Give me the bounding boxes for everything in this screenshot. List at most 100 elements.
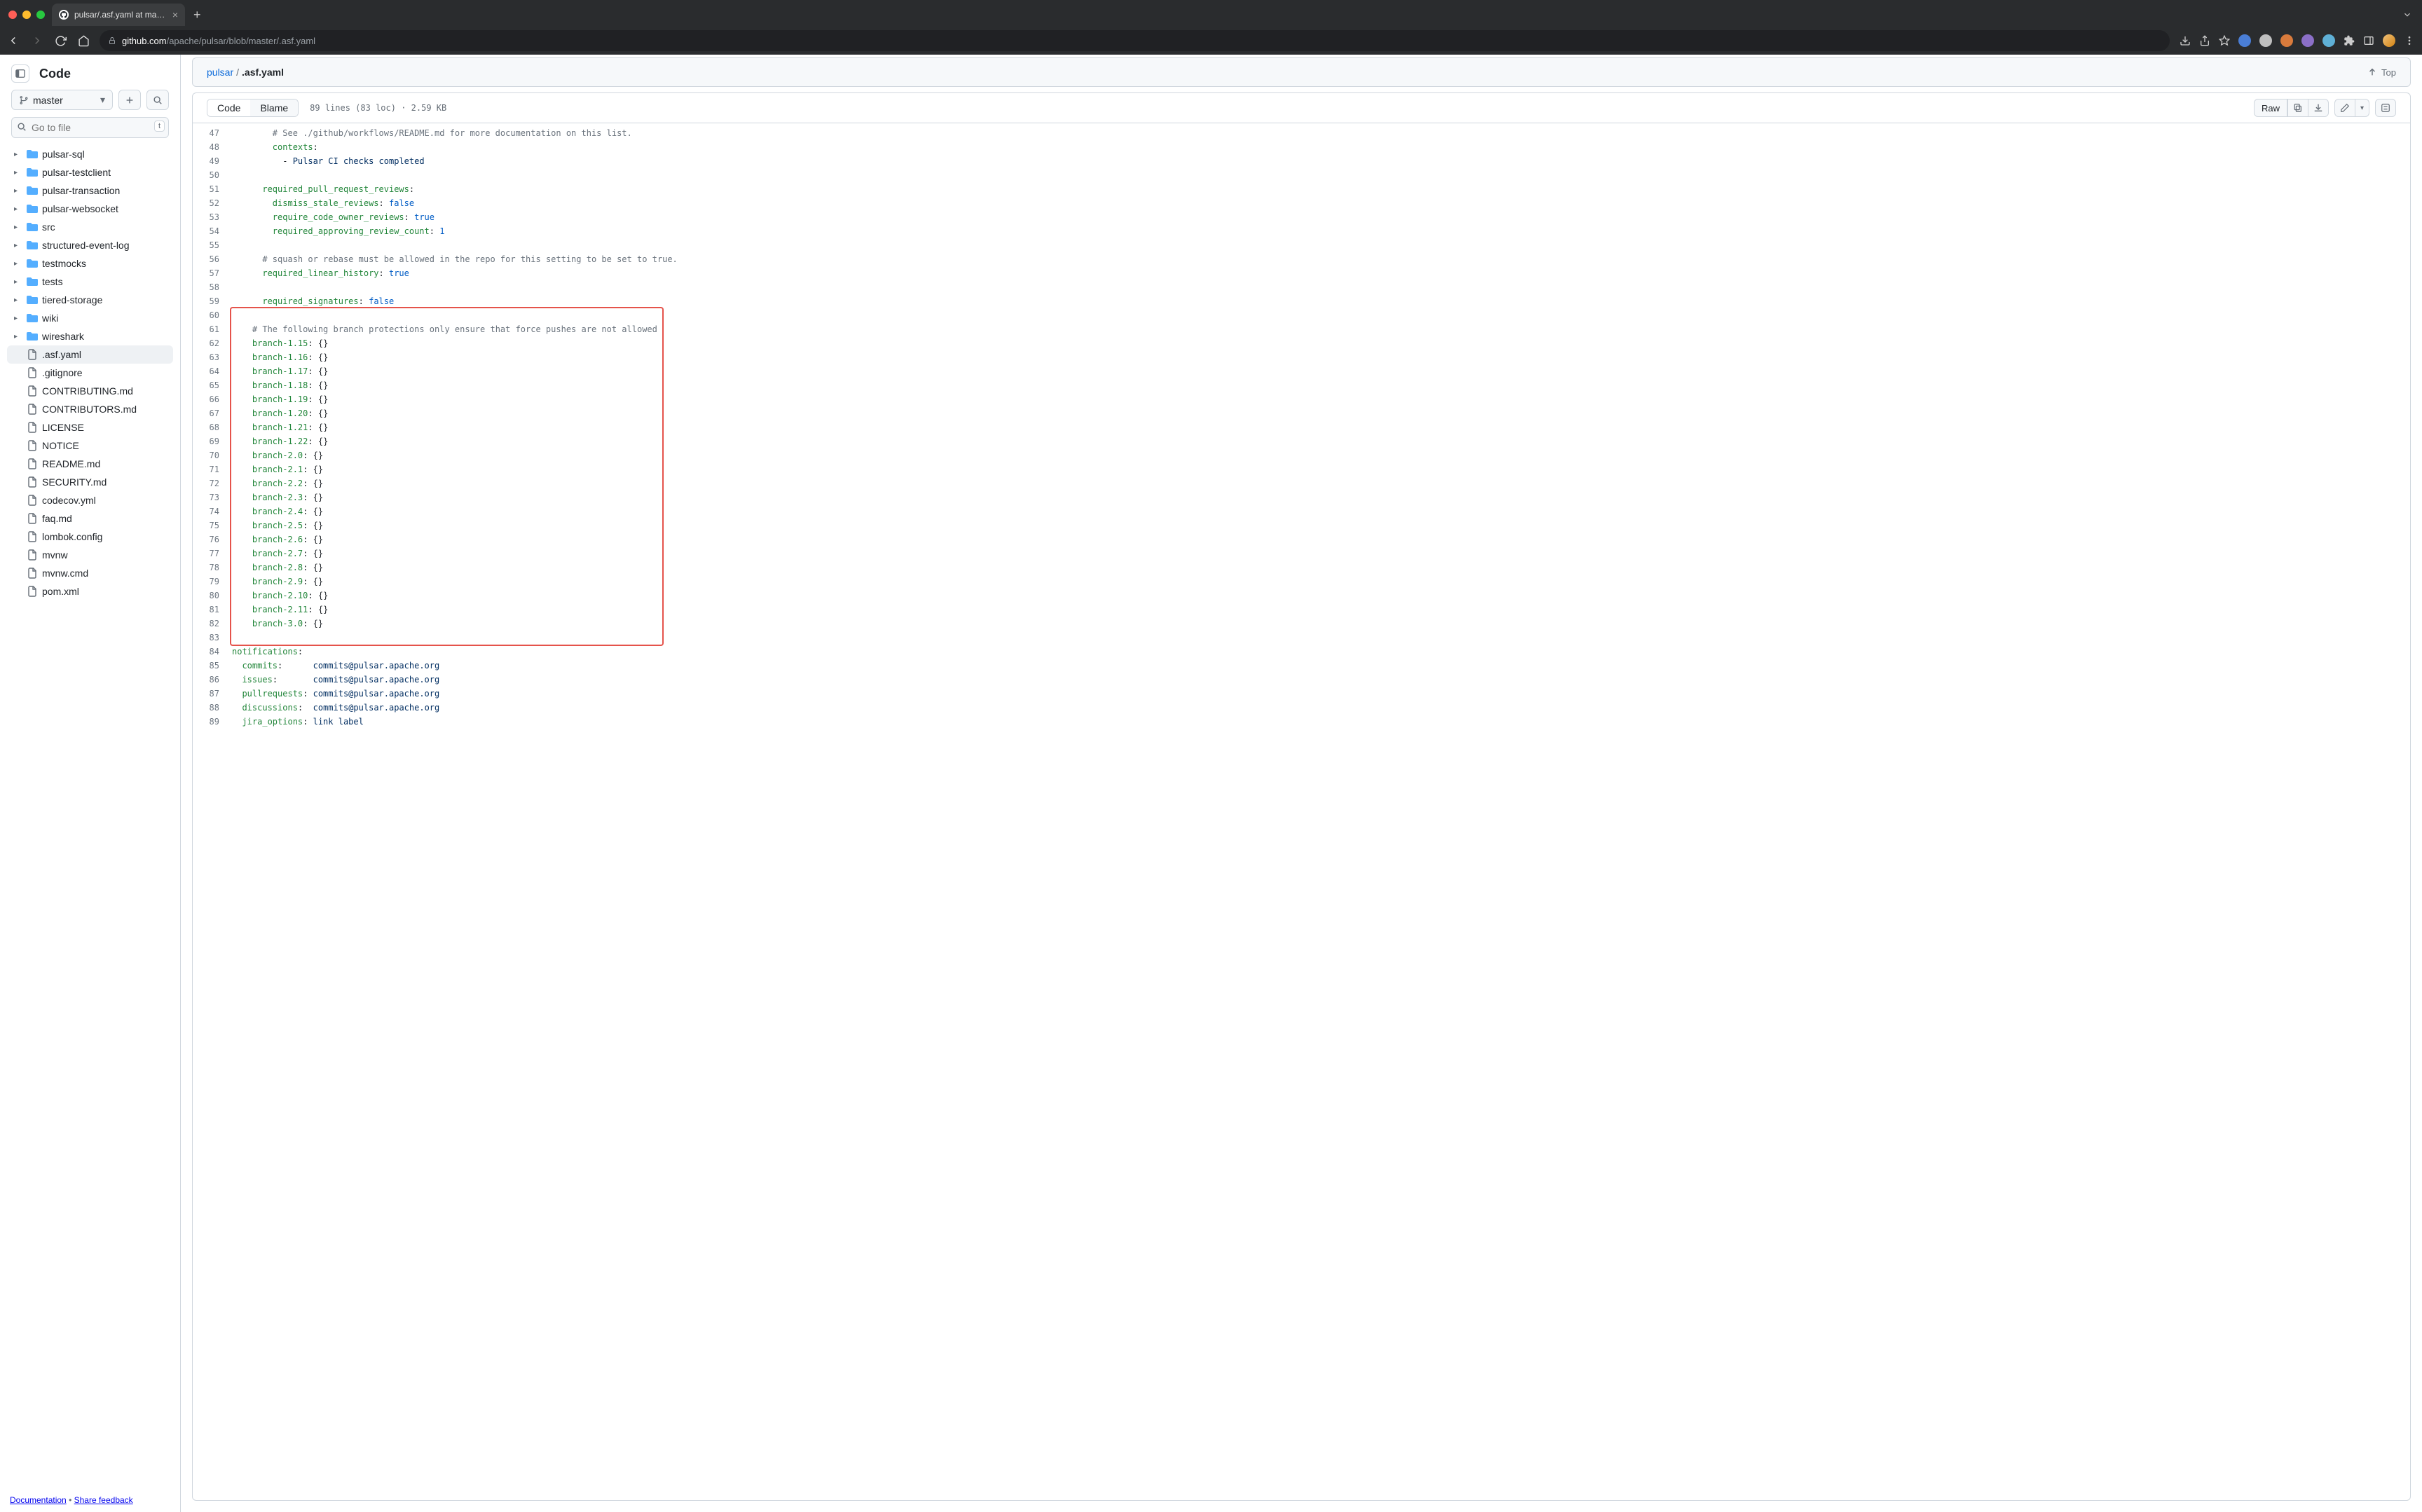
kebab-menu-icon[interactable] [2404, 35, 2415, 46]
line-number[interactable]: 49 [193, 154, 232, 168]
tree-file[interactable]: ▸CONTRIBUTING.md [7, 382, 173, 400]
extension-icon[interactable] [2280, 34, 2293, 47]
line-number[interactable]: 84 [193, 645, 232, 659]
tree-file[interactable]: ▸CONTRIBUTORS.md [7, 400, 173, 418]
tree-file[interactable]: ▸README.md [7, 455, 173, 473]
line-number[interactable]: 72 [193, 476, 232, 490]
line-number[interactable]: 73 [193, 490, 232, 504]
line-number[interactable]: 64 [193, 364, 232, 378]
line-number[interactable]: 55 [193, 238, 232, 252]
back-button[interactable] [7, 34, 20, 47]
line-number[interactable]: 80 [193, 589, 232, 603]
line-number[interactable]: 51 [193, 182, 232, 196]
bookmark-star-icon[interactable] [2219, 35, 2230, 46]
symbols-button[interactable] [2375, 99, 2396, 117]
tree-folder[interactable]: ▸tests [7, 273, 173, 291]
search-files-button[interactable] [146, 90, 169, 110]
new-tab-button[interactable]: + [193, 8, 201, 22]
tree-folder[interactable]: ▸pulsar-testclient [7, 163, 173, 181]
download-icon[interactable] [2180, 35, 2191, 46]
browser-tab[interactable]: pulsar/.asf.yaml at master · ap… × [52, 4, 185, 26]
line-number[interactable]: 53 [193, 210, 232, 224]
line-number[interactable]: 70 [193, 448, 232, 462]
line-number[interactable]: 74 [193, 504, 232, 518]
edit-button[interactable] [2334, 99, 2355, 117]
line-number[interactable]: 83 [193, 631, 232, 645]
tree-file[interactable]: ▸SECURITY.md [7, 473, 173, 491]
tab-code[interactable]: Code [207, 99, 250, 116]
line-number[interactable]: 75 [193, 518, 232, 532]
raw-button[interactable]: Raw [2254, 99, 2287, 117]
tree-file[interactable]: ▸codecov.yml [7, 491, 173, 509]
line-number[interactable]: 77 [193, 547, 232, 561]
line-number[interactable]: 82 [193, 617, 232, 631]
tree-folder[interactable]: ▸testmocks [7, 254, 173, 273]
maximize-window-button[interactable] [36, 11, 45, 19]
line-number[interactable]: 69 [193, 434, 232, 448]
line-number[interactable]: 57 [193, 266, 232, 280]
line-number[interactable]: 62 [193, 336, 232, 350]
documentation-link[interactable]: Documentation [10, 1495, 67, 1505]
home-button[interactable] [78, 35, 90, 47]
edit-menu-button[interactable]: ▾ [2355, 99, 2369, 117]
panel-icon[interactable] [2363, 35, 2374, 46]
line-number[interactable]: 52 [193, 196, 232, 210]
file-tree[interactable]: ▸pulsar-sql▸pulsar-testclient▸pulsar-tra… [0, 144, 180, 1488]
tree-file[interactable]: ▸mvnw.cmd [7, 564, 173, 582]
line-number[interactable]: 68 [193, 420, 232, 434]
line-number[interactable]: 54 [193, 224, 232, 238]
copy-button[interactable] [2287, 99, 2308, 117]
tree-file[interactable]: ▸lombok.config [7, 528, 173, 546]
tree-file[interactable]: ▸.asf.yaml [7, 345, 173, 364]
add-file-button[interactable] [118, 90, 141, 110]
code-view[interactable]: 47 # See ./github/workflows/README.md fo… [192, 123, 2411, 1501]
tree-file[interactable]: ▸pom.xml [7, 582, 173, 600]
line-number[interactable]: 58 [193, 280, 232, 294]
jump-to-top[interactable]: Top [2367, 67, 2396, 78]
collapse-sidebar-button[interactable] [11, 64, 29, 83]
line-number[interactable]: 67 [193, 406, 232, 420]
line-number[interactable]: 50 [193, 168, 232, 182]
tree-file[interactable]: ▸NOTICE [7, 437, 173, 455]
tree-folder[interactable]: ▸tiered-storage [7, 291, 173, 309]
line-number[interactable]: 47 [193, 126, 232, 140]
line-number[interactable]: 78 [193, 561, 232, 575]
extension-icon[interactable] [2259, 34, 2272, 47]
line-number[interactable]: 86 [193, 673, 232, 687]
minimize-window-button[interactable] [22, 11, 31, 19]
tree-file[interactable]: ▸.gitignore [7, 364, 173, 382]
tree-file[interactable]: ▸LICENSE [7, 418, 173, 437]
close-window-button[interactable] [8, 11, 17, 19]
line-number[interactable]: 76 [193, 532, 232, 547]
tree-file[interactable]: ▸mvnw [7, 546, 173, 564]
line-number[interactable]: 63 [193, 350, 232, 364]
forward-button[interactable] [31, 34, 43, 47]
line-number[interactable]: 71 [193, 462, 232, 476]
line-number[interactable]: 48 [193, 140, 232, 154]
tab-close-icon[interactable]: × [172, 9, 178, 20]
line-number[interactable]: 79 [193, 575, 232, 589]
branch-selector[interactable]: master ▾ [11, 90, 113, 110]
tree-folder[interactable]: ▸pulsar-sql [7, 145, 173, 163]
extension-icon[interactable] [2322, 34, 2335, 47]
file-search-input[interactable] [11, 117, 169, 138]
line-number[interactable]: 65 [193, 378, 232, 392]
breadcrumb-repo[interactable]: pulsar [207, 67, 233, 78]
download-button[interactable] [2308, 99, 2329, 117]
line-number[interactable]: 81 [193, 603, 232, 617]
url-box[interactable]: github.com/apache/pulsar/blob/master/.as… [100, 30, 2170, 51]
extensions-icon[interactable] [2344, 35, 2355, 46]
line-number[interactable]: 61 [193, 322, 232, 336]
tab-blame[interactable]: Blame [250, 99, 298, 116]
line-number[interactable]: 66 [193, 392, 232, 406]
tab-overflow-button[interactable] [2402, 10, 2416, 20]
tree-file[interactable]: ▸faq.md [7, 509, 173, 528]
reload-button[interactable] [55, 35, 67, 47]
line-number[interactable]: 56 [193, 252, 232, 266]
tree-folder[interactable]: ▸structured-event-log [7, 236, 173, 254]
extension-icon[interactable] [2301, 34, 2314, 47]
line-number[interactable]: 59 [193, 294, 232, 308]
tree-folder[interactable]: ▸src [7, 218, 173, 236]
line-number[interactable]: 88 [193, 701, 232, 715]
share-icon[interactable] [2199, 35, 2210, 46]
